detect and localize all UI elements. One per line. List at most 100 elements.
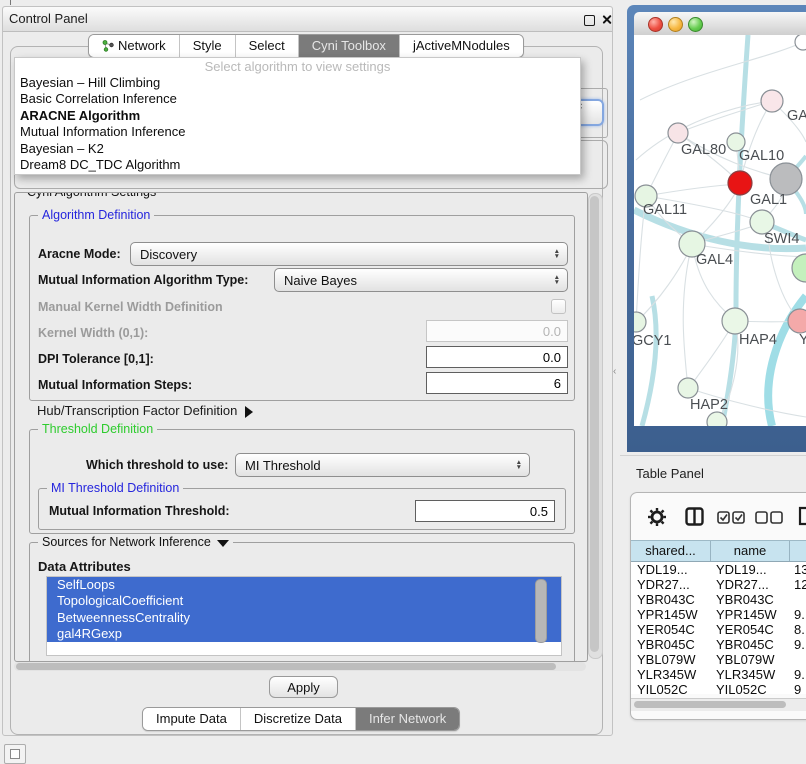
stepper-icon: ▲▼ [509,460,529,471]
algorithm-option[interactable]: Mutual Information Inference [15,124,580,140]
table-row[interactable]: YBR043CYBR043C [631,592,806,607]
data-attribute-item[interactable]: TopologicalCoefficient [47,593,561,609]
collapsed-panel-icon[interactable] [4,744,26,764]
aracne-mode-combobox[interactable]: Discovery ▲▼ [130,242,568,266]
hub-definition-label: Hub/Transcription Factor Definition [37,403,237,418]
stepper-icon: ▲▼ [547,249,567,260]
hub-definition-expander[interactable]: Hub/Transcription Factor Definition [37,403,253,418]
algorithm-option[interactable]: Bayesian – Hill Climbing [15,75,580,91]
algorithm-definition-title: Algorithm Definition [38,208,154,222]
mi-steps-input[interactable] [426,372,568,394]
network-node[interactable] [788,309,806,333]
close-traffic-light-icon[interactable] [648,17,663,32]
settings-hscrollbar-thumb[interactable] [16,663,556,670]
network-node[interactable] [728,171,752,195]
network-node[interactable] [668,123,688,143]
mi-threshold-input[interactable] [415,500,555,522]
float-icon[interactable] [584,15,595,26]
checked-columns-icon[interactable] [717,511,745,524]
network-node-label: GCY1 [634,333,672,349]
table-cell: YER054C [631,622,710,637]
new-table-icon[interactable] [798,506,806,526]
tab-jactivemnodules[interactable]: jActiveMNodules [399,35,523,57]
dpi-tolerance-input[interactable] [426,346,568,368]
network-window-titlebar[interactable] [634,12,806,36]
kernel-width-input[interactable] [426,320,568,342]
mi-type-combobox[interactable]: Naive Bayes ▲▼ [274,268,568,292]
network-node[interactable] [795,35,806,50]
table-hscrollbar-thumb[interactable] [634,701,786,708]
algorithm-option[interactable]: Basic Correlation Inference [15,91,580,107]
list-scrollbar[interactable] [535,579,547,643]
pane-divider-caret[interactable]: ‹ [613,366,616,377]
tab-cyni-toolbox[interactable]: Cyni Toolbox [298,35,399,57]
table-panel-title: Table Panel [636,466,704,481]
data-attributes-list[interactable]: SelfLoopsTopologicalCoefficientBetweenne… [46,576,562,656]
algorithm-option[interactable]: Bayesian – K2 [15,141,580,157]
tab-style[interactable]: Style [179,35,235,57]
minimize-traffic-light-icon[interactable] [668,17,683,32]
table-row[interactable]: YIL052CYIL052C9 [631,682,806,694]
table-hscrollbar[interactable] [631,698,806,711]
network-node[interactable] [634,312,646,332]
network-node[interactable] [792,254,806,282]
network-node[interactable] [678,378,698,398]
algorithm-option[interactable]: Dream8 DC_TDC Algorithm [15,157,580,173]
table-panel-divider [620,455,806,456]
tab-select[interactable]: Select [235,35,298,57]
table-cell: 9. [788,667,806,682]
settings-vscrollbar-thumb[interactable] [590,196,599,652]
sources-group-title[interactable]: Sources for Network Inference [38,535,233,549]
mi-threshold-group-title: MI Threshold Definition [47,481,183,495]
table-cell: 9 [788,682,806,694]
column-header-name[interactable]: name [711,541,790,561]
network-node[interactable] [770,163,802,195]
table-row[interactable]: YER054CYER054C8. [631,622,806,637]
apply-button[interactable]: Apply [269,676,338,698]
table-cell: YLR345W [631,667,710,682]
column-header-shared-name[interactable]: shared... [631,541,711,561]
table-cell: 9. [788,637,806,652]
table-row[interactable]: YBL079WYBL079W [631,652,806,667]
data-attribute-item[interactable]: BetweennessCentrality [47,610,561,626]
gear-icon[interactable] [647,507,667,527]
aracne-mode-label: Aracne Mode: [38,247,121,261]
dpi-tolerance-label: DPI Tolerance [0,1]: [38,352,154,366]
network-node[interactable] [722,308,748,334]
tab-impute-data[interactable]: Impute Data [143,708,240,730]
close-icon[interactable] [601,14,612,25]
manual-kernel-label: Manual Kernel Width Definition [38,300,223,314]
tab-discretize-data[interactable]: Discretize Data [240,708,355,730]
tab-network[interactable]: Network [89,35,179,57]
table-row[interactable]: YLR345WYLR345W9. [631,667,806,682]
which-threshold-value: MI Threshold [245,458,321,473]
settings-vscrollbar[interactable] [588,193,603,659]
network-node-label: GAL1 [750,192,787,208]
table-row[interactable]: YPR145WYPR145W9. [631,607,806,622]
threshold-definition-title: Threshold Definition [38,422,157,436]
network-canvas[interactable]: GALGAL80GAL10GAL1GAL11SWI4GAL4GCY1HAP4YH… [634,35,806,426]
data-attribute-item[interactable]: gal4RGexp [47,626,561,642]
column-header-clipped[interactable] [790,541,806,561]
table-body: YDL19...YDL19...13YDR27...YDR27...12YBR0… [631,562,806,694]
settings-hscrollbar[interactable] [14,662,586,671]
unchecked-columns-icon[interactable] [755,511,783,524]
table-cell: YBL079W [710,652,788,667]
which-threshold-combobox[interactable]: MI Threshold ▲▼ [235,453,530,477]
split-columns-icon[interactable] [685,507,704,526]
manual-kernel-checkbox[interactable] [551,299,566,314]
network-node[interactable] [761,90,783,112]
zoom-traffic-light-icon[interactable] [688,17,703,32]
table-row[interactable]: YDR27...YDR27...12 [631,577,806,592]
top-edge-tick [10,0,11,5]
table-row[interactable]: YDL19...YDL19...13 [631,562,806,577]
tab-infer-network[interactable]: Infer Network [355,708,459,730]
expander-right-icon [245,406,253,418]
data-attribute-item[interactable]: SelfLoops [47,577,561,593]
table-cell: YBR045C [631,637,710,652]
table-row[interactable]: YBR045CYBR045C9. [631,637,806,652]
algorithm-option[interactable]: ARACNE Algorithm [15,108,580,124]
tab-label: Infer Network [369,708,446,730]
network-node[interactable] [707,412,727,426]
table-cell: YBL079W [631,652,710,667]
